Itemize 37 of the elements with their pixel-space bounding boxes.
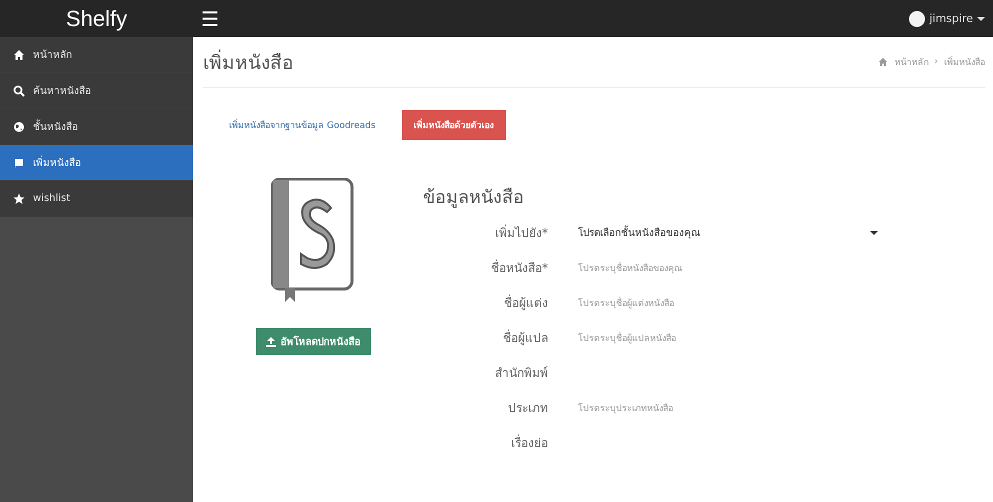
form-title: ข้อมูลหนังสือ [423, 186, 525, 210]
input-field[interactable]: โปรดระบุชื่อผู้แต่งหนังสือ [578, 298, 674, 308]
home-icon [13, 48, 25, 60]
field-label: ประเภท [507, 400, 549, 417]
caret-icon [870, 230, 878, 236]
breadcrumb-item[interactable]: หน้าหลัก [894, 55, 928, 69]
brand-logo[interactable]: Shelfy [0, 6, 193, 32]
tab[interactable]: เพิ่มหนังสือจากฐานข้อมูล Goodreads [217, 110, 388, 140]
star-icon [13, 192, 25, 204]
caret-icon [977, 16, 985, 22]
sidebar-item[interactable]: ค้นหาหนังสือ [0, 73, 193, 109]
sidebar-item[interactable]: เพิ่มหนังสือ [0, 145, 193, 181]
field-label: สำนักพิมพ์ [494, 365, 549, 382]
book-cover-icon [271, 178, 355, 304]
shelf-select[interactable]: โปรดเลือกชั้นหนังสือของคุณ [578, 225, 888, 240]
page-title: เพิ่มหนังสือ [203, 47, 293, 77]
input-field[interactable]: โปรดระบุชื่อผู้แปลหนังสือ [578, 334, 676, 344]
search-icon [13, 84, 25, 96]
input-field[interactable]: โปรดระบุชื่อหนังสือของคุณ [578, 264, 682, 274]
user-menu[interactable]: jimspire [909, 10, 985, 26]
field-label: เพิ่มไปยัง* [494, 224, 549, 242]
field-label: ชื่อหนังสือ* [490, 258, 549, 277]
sidebar-item[interactable]: ชั้นหนังสือ [0, 109, 193, 145]
input-field[interactable]: โปรดระบุประเภทหนังสือ [578, 404, 673, 414]
field-label: เรื่องย่อ [510, 434, 549, 452]
tab[interactable]: เพิ่มหนังสือด้วยตัวเอง [402, 110, 506, 140]
globe-icon [13, 120, 25, 132]
breadcrumb-separator: › [934, 57, 938, 67]
sidebar-item[interactable]: หน้าหลัก [0, 37, 193, 73]
upload-icon [266, 336, 276, 346]
field-label: ชื่อผู้แปล [502, 328, 549, 347]
home-icon [878, 57, 888, 67]
breadcrumb-item: เพิ่มหนังสือ [944, 55, 985, 69]
field-label: ชื่อผู้แต่ง [503, 294, 549, 312]
upload-cover-button[interactable]: อัพโหลดปกหนังสือ [256, 328, 370, 355]
sidebar-item[interactable]: wishlist [0, 181, 193, 217]
menu-icon[interactable]: ☰ [201, 6, 219, 30]
